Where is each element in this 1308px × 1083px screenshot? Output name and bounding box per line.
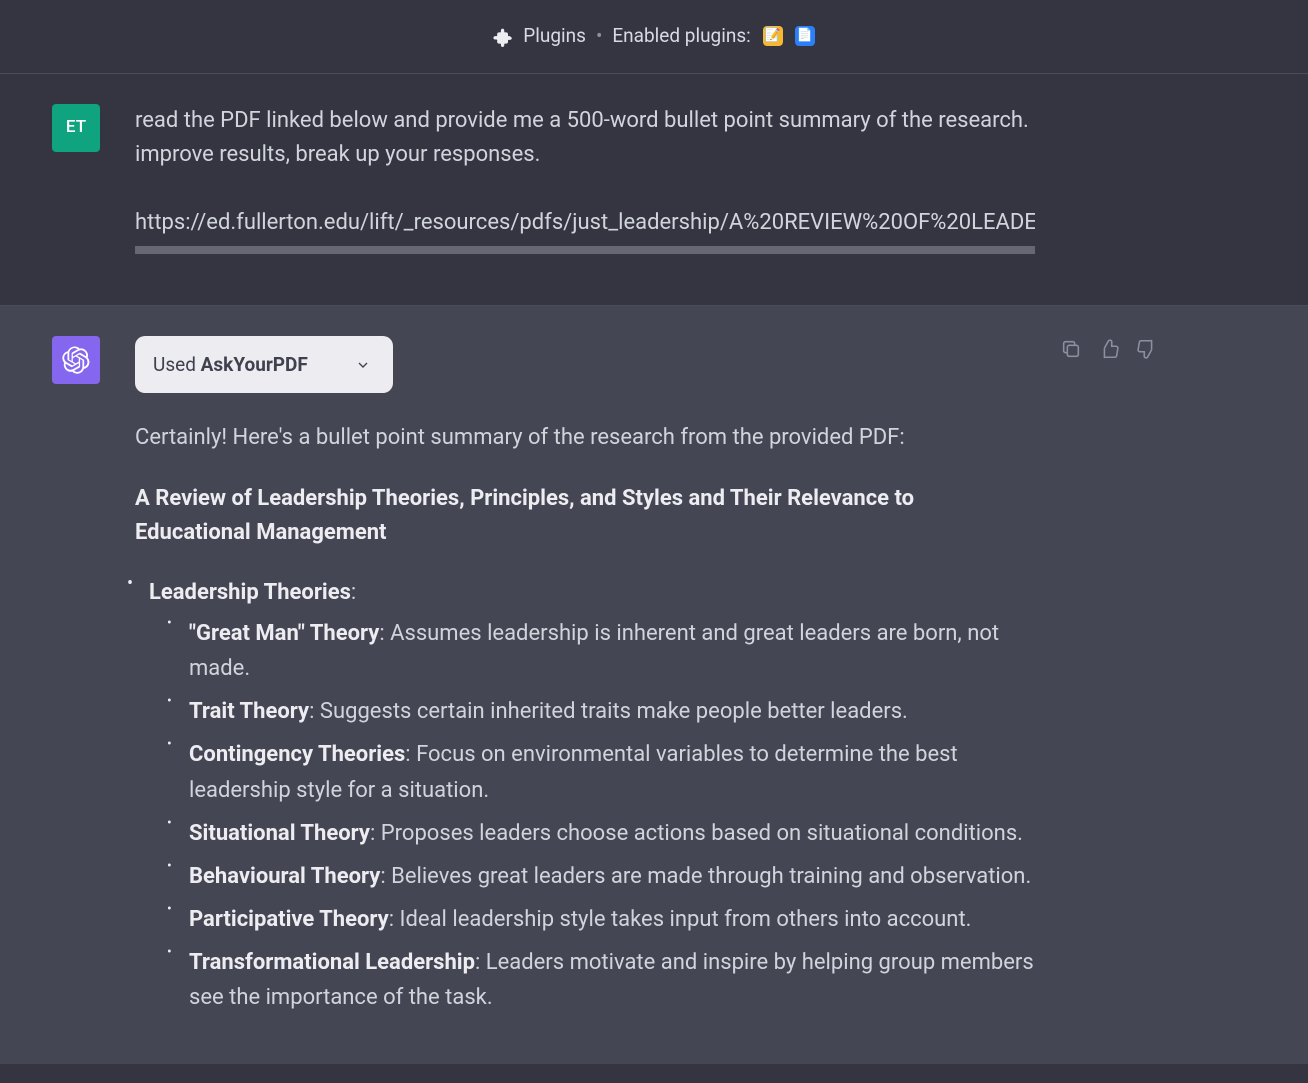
message-actions <box>1060 338 1158 360</box>
list-item: Trait Theory: Suggests certain inherited… <box>181 694 1035 729</box>
list-item: Behavioural Theory: Believes great leade… <box>181 859 1035 894</box>
user-message-text: read the PDF linked below and provide me… <box>135 104 1035 172</box>
assistant-message-row: Used AskYourPDF Certainly! Here's a bull… <box>0 306 1308 1064</box>
plugins-header: Plugins • Enabled plugins: 📝 📄 <box>0 0 1308 74</box>
section-leadership-theories: Leadership Theories: "Great Man" Theory:… <box>141 576 1035 1016</box>
section-heading: Leadership Theories <box>149 580 351 605</box>
plugin-badge-notes[interactable]: 📝 <box>763 26 783 46</box>
plugin-badge-doc[interactable]: 📄 <box>795 26 815 46</box>
assistant-title: A Review of Leadership Theories, Princip… <box>135 486 914 545</box>
assistant-intro: Certainly! Here's a bullet point summary… <box>135 421 1035 455</box>
puzzle-icon <box>493 22 513 51</box>
user-message-url[interactable]: https://ed.fullerton.edu/lift/_resources… <box>135 206 1035 254</box>
thumbs-down-icon[interactable] <box>1136 338 1158 360</box>
user-message-row: ET read the PDF linked below and provide… <box>0 74 1308 306</box>
plugin-used-chip[interactable]: Used AskYourPDF <box>135 336 393 393</box>
separator-dot: • <box>596 22 602 51</box>
list-item: "Great Man" Theory: Assumes leadership i… <box>181 616 1035 686</box>
chevron-down-icon <box>355 357 371 373</box>
plugins-label[interactable]: Plugins <box>523 22 586 51</box>
plugin-used-name: AskYourPDF <box>201 353 308 376</box>
list-item: Participative Theory: Ideal leadership s… <box>181 902 1035 937</box>
list-item: Contingency Theories: Focus on environme… <box>181 737 1035 807</box>
list-item: Transformational Leadership: Leaders mot… <box>181 945 1035 1015</box>
assistant-avatar <box>52 336 100 384</box>
thumbs-up-icon[interactable] <box>1098 338 1120 360</box>
user-avatar: ET <box>52 104 100 152</box>
list-item: Situational Theory: Proposes leaders cho… <box>181 816 1035 851</box>
enabled-plugins-label: Enabled plugins: <box>612 22 750 51</box>
plugin-used-prefix: Used <box>153 353 201 376</box>
copy-icon[interactable] <box>1060 338 1082 360</box>
